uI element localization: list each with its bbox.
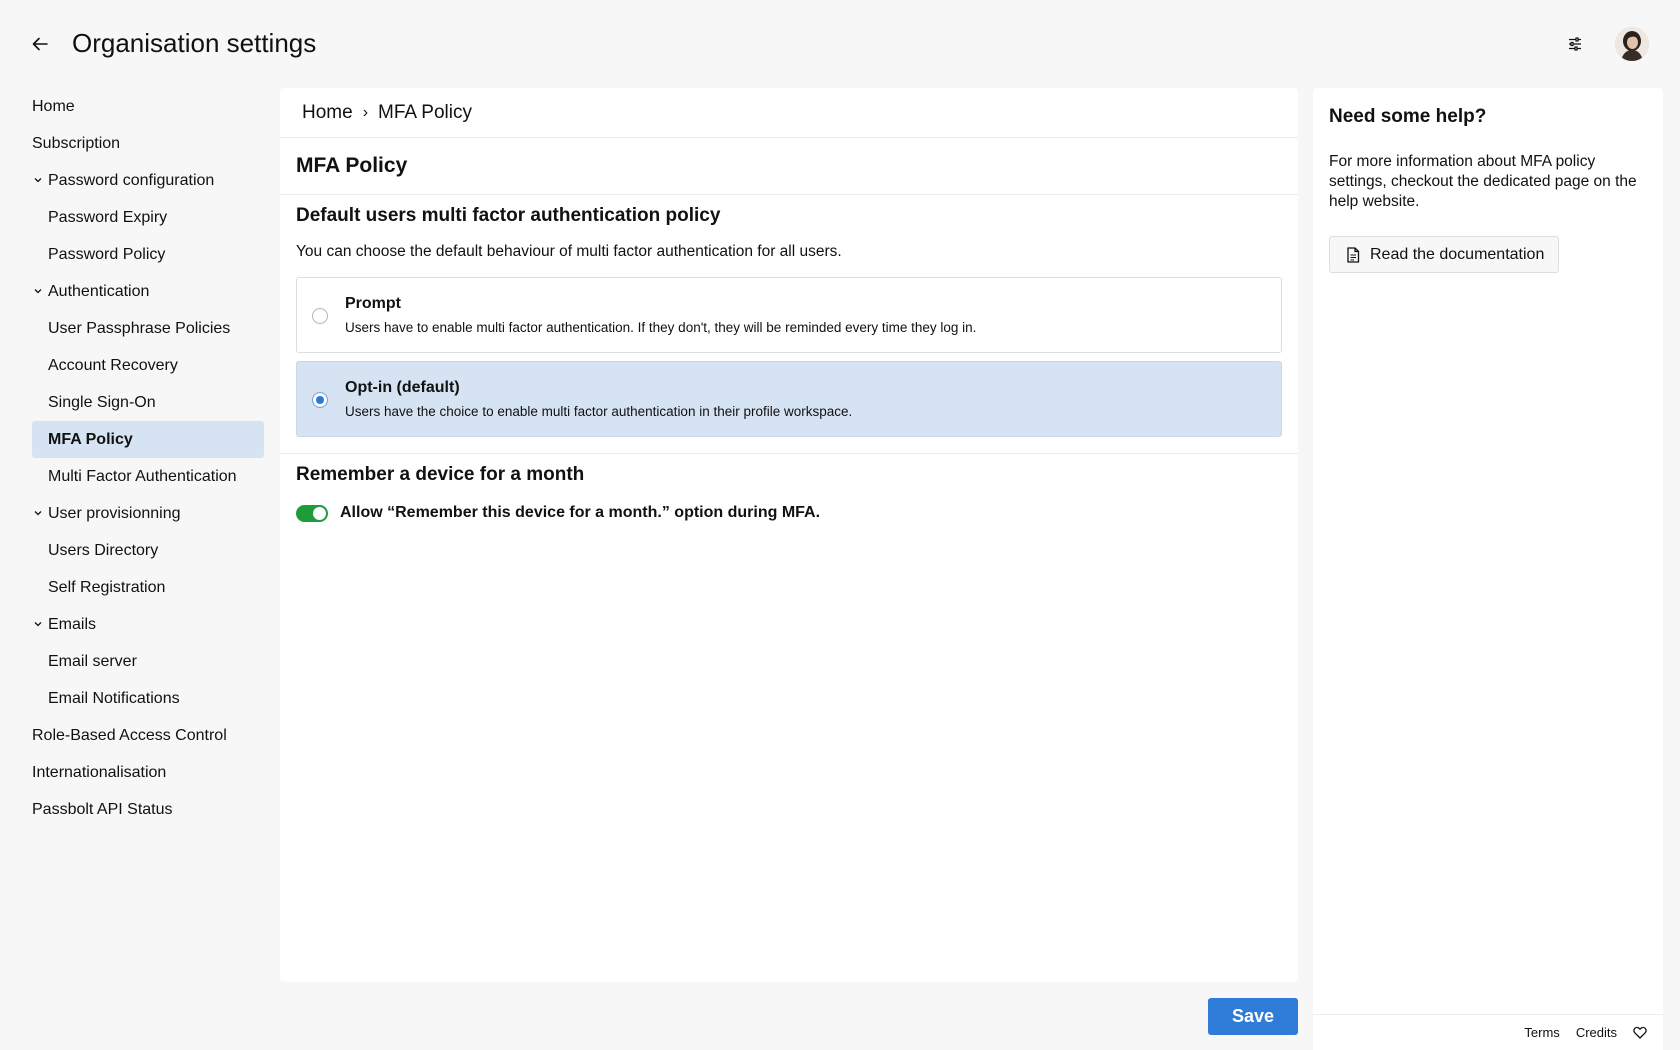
sidebar-item-email-notifications[interactable]: Email Notifications	[32, 680, 264, 717]
sidebar-item-rbac[interactable]: Role-Based Access Control	[32, 717, 264, 754]
help-text: For more information about MFA policy se…	[1329, 153, 1637, 210]
sidebar-item-label: Internationalisation	[32, 763, 167, 781]
option-title: Opt-in (default)	[345, 379, 460, 396]
sidebar-nav: Home Subscription Password configuration…	[32, 88, 264, 828]
sidebar-item-label: Emails	[48, 615, 97, 633]
sidebar-item-self-registration[interactable]: Self Registration	[32, 569, 264, 606]
sidebar-item-label: Email server	[48, 652, 137, 670]
sidebar-item-internationalisation[interactable]: Internationalisation	[32, 754, 264, 791]
sidebar-item-label: Password Policy	[48, 245, 166, 263]
sidebar-item-password-policy[interactable]: Password Policy	[32, 236, 264, 273]
read-documentation-button[interactable]: Read the documentation	[1329, 236, 1559, 273]
page-title: Organisation settings	[72, 28, 317, 58]
radio-opt-in[interactable]	[312, 392, 328, 408]
chevron-down-icon	[32, 285, 44, 297]
chevron-down-icon	[32, 618, 44, 630]
sidebar-group-user-provisionning[interactable]: User provisionning	[32, 495, 264, 532]
back-button[interactable]	[28, 32, 52, 56]
breadcrumb-home[interactable]: Home	[302, 102, 353, 124]
sidebar-item-label: Authentication	[48, 282, 150, 300]
sidebar-item-mfa-policy[interactable]: MFA Policy	[32, 421, 264, 458]
sliders-icon	[1569, 37, 1581, 51]
option-description: Users have the choice to enable multi fa…	[345, 404, 853, 419]
remember-device-toggle[interactable]	[296, 504, 328, 522]
filter-button[interactable]	[1563, 32, 1587, 56]
sidebar-item-label: Self Registration	[48, 578, 166, 596]
sidebar-item-label: Multi Factor Authentication	[48, 467, 237, 485]
sidebar-item-label: Password configuration	[48, 171, 215, 189]
policy-description: You can choose the default behaviour of …	[296, 243, 842, 260]
sidebar-item-label: Subscription	[32, 134, 121, 152]
sidebar-item-api-status[interactable]: Passbolt API Status	[32, 791, 264, 828]
sidebar-item-home[interactable]: Home	[32, 88, 264, 125]
chevron-down-icon	[32, 174, 44, 186]
breadcrumb-current[interactable]: MFA Policy	[378, 102, 472, 124]
sidebar-item-label: User Passphrase Policies	[48, 319, 231, 337]
radio-prompt[interactable]	[312, 308, 328, 324]
main-panel: Home › MFA Policy MFA Policy Default use…	[280, 88, 1298, 982]
remember-toggle-row: Allow “Remember this device for a month.…	[296, 504, 1282, 522]
section-title: MFA Policy	[280, 138, 1298, 195]
document-icon	[1346, 246, 1360, 263]
sidebar-item-label: Password Expiry	[48, 208, 168, 226]
sidebar-item-user-passphrase-policies[interactable]: User Passphrase Policies	[32, 310, 264, 347]
sidebar-item-subscription[interactable]: Subscription	[32, 125, 264, 162]
sidebar-group-password-configuration[interactable]: Password configuration	[32, 162, 264, 199]
sidebar-item-label: Users Directory	[48, 541, 159, 559]
sidebar-item-password-expiry[interactable]: Password Expiry	[32, 199, 264, 236]
breadcrumb-separator: ›	[362, 103, 369, 121]
option-prompt[interactable]: Prompt Users have to enable multi factor…	[296, 277, 1282, 353]
mfa-policy-section: Default users multi factor authenticatio…	[280, 195, 1298, 454]
sidebar-item-email-server[interactable]: Email server	[32, 643, 264, 680]
app-header: Organisation settings	[0, 0, 1680, 88]
chevron-down-icon	[32, 507, 44, 519]
footer: Terms Credits	[1313, 1014, 1663, 1050]
sidebar-item-label: User provisionning	[48, 504, 181, 522]
sidebar-item-label: Account Recovery	[48, 356, 178, 374]
help-title: Need some help?	[1329, 106, 1487, 127]
read-documentation-label: Read the documentation	[1370, 245, 1545, 263]
sidebar-item-label: Email Notifications	[48, 689, 180, 707]
option-opt-in[interactable]: Opt-in (default) Users have the choice t…	[296, 361, 1282, 437]
sidebar-group-authentication[interactable]: Authentication	[32, 273, 264, 310]
sidebar-item-label: Home	[32, 97, 75, 115]
breadcrumb: Home › MFA Policy	[280, 88, 1298, 138]
sidebar-item-label: Role-Based Access Control	[32, 726, 227, 744]
option-title: Prompt	[345, 295, 401, 312]
remember-toggle-label: Allow “Remember this device for a month.…	[340, 504, 821, 521]
remember-device-section: Remember a device for a month Allow “Rem…	[280, 454, 1298, 532]
arrow-left-icon	[32, 37, 48, 51]
avatar[interactable]	[1615, 27, 1649, 61]
remember-heading: Remember a device for a month	[296, 464, 585, 485]
sidebar-item-label: Single Sign-On	[48, 393, 156, 411]
save-button[interactable]: Save	[1208, 998, 1298, 1035]
sidebar-item-label: MFA Policy	[48, 430, 133, 448]
user-photo-icon	[1615, 27, 1649, 61]
sidebar-item-users-directory[interactable]: Users Directory	[32, 532, 264, 569]
sidebar-item-multi-factor-authentication[interactable]: Multi Factor Authentication	[32, 458, 264, 495]
sidebar-group-emails[interactable]: Emails	[32, 606, 264, 643]
option-description: Users have to enable multi factor authen…	[345, 320, 977, 335]
heart-icon[interactable]	[1633, 1026, 1647, 1039]
sidebar-item-account-recovery[interactable]: Account Recovery	[32, 347, 264, 384]
terms-link[interactable]: Terms	[1524, 1025, 1559, 1040]
policy-heading: Default users multi factor authenticatio…	[296, 205, 721, 226]
help-panel: Need some help? For more information abo…	[1313, 88, 1663, 1050]
sidebar-item-single-sign-on[interactable]: Single Sign-On	[32, 384, 264, 421]
sidebar-item-label: Passbolt API Status	[32, 800, 173, 818]
credits-link[interactable]: Credits	[1576, 1025, 1617, 1040]
